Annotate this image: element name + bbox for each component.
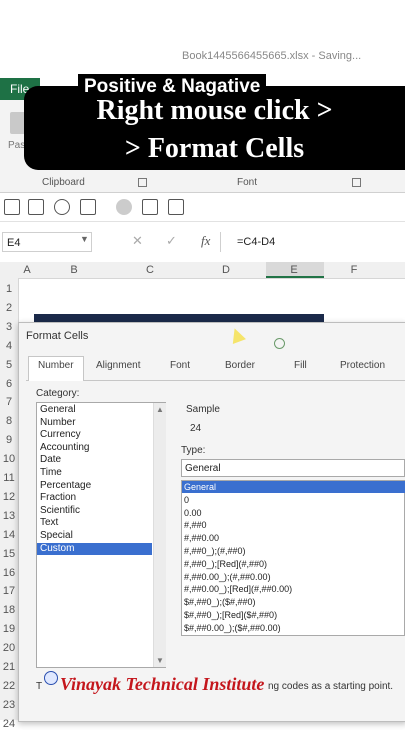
formula-input[interactable]: =C4-D4 [220, 232, 405, 252]
grid-icon[interactable] [4, 199, 20, 215]
click-ring-icon [274, 338, 285, 349]
type-item[interactable]: #,##0_);[Red](#,##0) [184, 558, 267, 570]
row-header[interactable]: 15 [0, 548, 18, 560]
category-item[interactable]: Time [40, 467, 62, 479]
category-item[interactable]: Custom [40, 543, 74, 555]
borders-icon[interactable] [80, 199, 96, 215]
category-item[interactable]: Fraction [40, 492, 76, 504]
caption-line-2: > Format Cells [124, 133, 305, 164]
row-header[interactable]: 13 [0, 510, 18, 522]
scroll-up-icon[interactable]: ▲ [156, 405, 164, 414]
sample-label: Sample [186, 404, 220, 415]
category-item[interactable]: Special [40, 530, 73, 542]
tab-protection[interactable]: Protection [340, 360, 385, 371]
row-header[interactable]: 12 [0, 491, 18, 503]
category-item[interactable]: Number [40, 417, 76, 429]
category-item[interactable]: Scientific [40, 505, 80, 517]
function-icon[interactable]: fx [201, 233, 210, 249]
column-header[interactable]: F [324, 262, 384, 278]
institute-logo-icon [44, 671, 58, 685]
circle-icon[interactable] [116, 199, 132, 215]
camera-icon[interactable] [168, 199, 184, 215]
scroll-down-icon[interactable]: ▼ [156, 656, 164, 665]
document-title: Book1445566455665.xlsx - Saving... [182, 50, 362, 62]
category-scrollbar[interactable] [153, 403, 166, 667]
tab-fill[interactable]: Fill [294, 360, 307, 371]
copy-icon[interactable] [28, 199, 44, 215]
column-header[interactable]: E [264, 262, 324, 278]
column-header[interactable]: A [18, 262, 36, 278]
chevron-down-icon[interactable]: ▼ [80, 234, 89, 244]
category-item[interactable]: Text [40, 517, 58, 529]
clipboard-group-label: Clipboard [42, 177, 85, 188]
category-label: Category: [36, 388, 80, 399]
type-item[interactable]: #,##0_);(#,##0) [184, 545, 246, 557]
row-header[interactable]: 11 [0, 472, 18, 484]
check-icon[interactable]: ✓ [166, 233, 177, 249]
row-header[interactable]: 20 [0, 642, 18, 654]
title-bar [0, 0, 405, 78]
row-header[interactable]: 3 [0, 321, 18, 333]
row-header[interactable]: 23 [0, 699, 18, 711]
column-header[interactable]: C [112, 262, 188, 278]
paste-label: Pas [8, 140, 26, 151]
row-header[interactable]: 1 [0, 283, 18, 295]
row-header[interactable]: 5 [0, 359, 18, 371]
row-header[interactable]: 7 [0, 396, 18, 408]
type-label: Type: [181, 445, 206, 456]
tab-number[interactable]: Number [38, 360, 74, 371]
row-header[interactable]: 10 [0, 453, 18, 465]
category-item[interactable]: Currency [40, 429, 81, 441]
row-header[interactable]: 14 [0, 529, 18, 541]
column-header[interactable]: B [36, 262, 112, 278]
tab-alignment[interactable]: Alignment [96, 360, 140, 371]
caption-title: Positive & Nagative [78, 74, 267, 100]
eye-icon[interactable] [54, 199, 70, 215]
sample-value: 24 [190, 423, 202, 434]
watermark: Vinayak Technical Institute [60, 674, 265, 694]
row-header[interactable]: 22 [0, 680, 18, 692]
dialog-hint-end: ng codes as a starting point. [268, 681, 394, 692]
row-header[interactable]: 4 [0, 340, 18, 352]
type-input[interactable]: General [181, 459, 405, 477]
tab-border[interactable]: Border [225, 360, 255, 371]
font-group-label: Font [237, 177, 258, 188]
font-launcher-icon[interactable] [352, 178, 361, 187]
row-header[interactable]: 6 [0, 378, 18, 390]
tab-font[interactable]: Font [170, 360, 190, 371]
column-header[interactable]: D [188, 262, 264, 278]
type-item[interactable]: #,##0 [184, 519, 207, 531]
type-item[interactable]: #,##0.00 [184, 532, 219, 544]
row-header[interactable]: 9 [0, 434, 18, 446]
row-header[interactable]: 2 [0, 302, 18, 314]
type-item[interactable]: #,##0.00_);(#,##0.00) [184, 571, 271, 583]
row-header[interactable]: 24 [0, 718, 18, 730]
row-header[interactable]: 21 [0, 661, 18, 673]
row-header[interactable]: 19 [0, 623, 18, 635]
type-item[interactable]: General [184, 481, 216, 493]
category-item[interactable]: Accounting [40, 442, 89, 454]
name-box[interactable]: E4 [2, 232, 92, 252]
row-header[interactable]: 8 [0, 415, 18, 427]
row-header[interactable]: 18 [0, 604, 18, 616]
type-item[interactable]: 0 [184, 494, 189, 506]
type-item[interactable]: $#,##0_);($#,##0) [184, 596, 256, 608]
preview-icon[interactable] [142, 199, 158, 215]
row-header[interactable]: 17 [0, 585, 18, 597]
category-item[interactable]: Date [40, 454, 61, 466]
dialog-title: Format Cells [26, 330, 89, 342]
cancel-icon[interactable]: ✕ [132, 233, 143, 249]
type-item[interactable]: #,##0.00_);[Red](#,##0.00) [184, 583, 292, 595]
type-item[interactable]: $#,##0_);[Red]($#,##0) [184, 609, 277, 621]
dialog-hint-start: T [36, 681, 43, 692]
category-item[interactable]: General [40, 404, 76, 416]
type-item[interactable]: $#,##0.00_);($#,##0.00) [184, 622, 281, 634]
category-item[interactable]: Percentage [40, 480, 91, 492]
type-item[interactable]: 0.00 [184, 507, 202, 519]
clipboard-launcher-icon[interactable] [138, 178, 147, 187]
row-header[interactable]: 16 [0, 567, 18, 579]
